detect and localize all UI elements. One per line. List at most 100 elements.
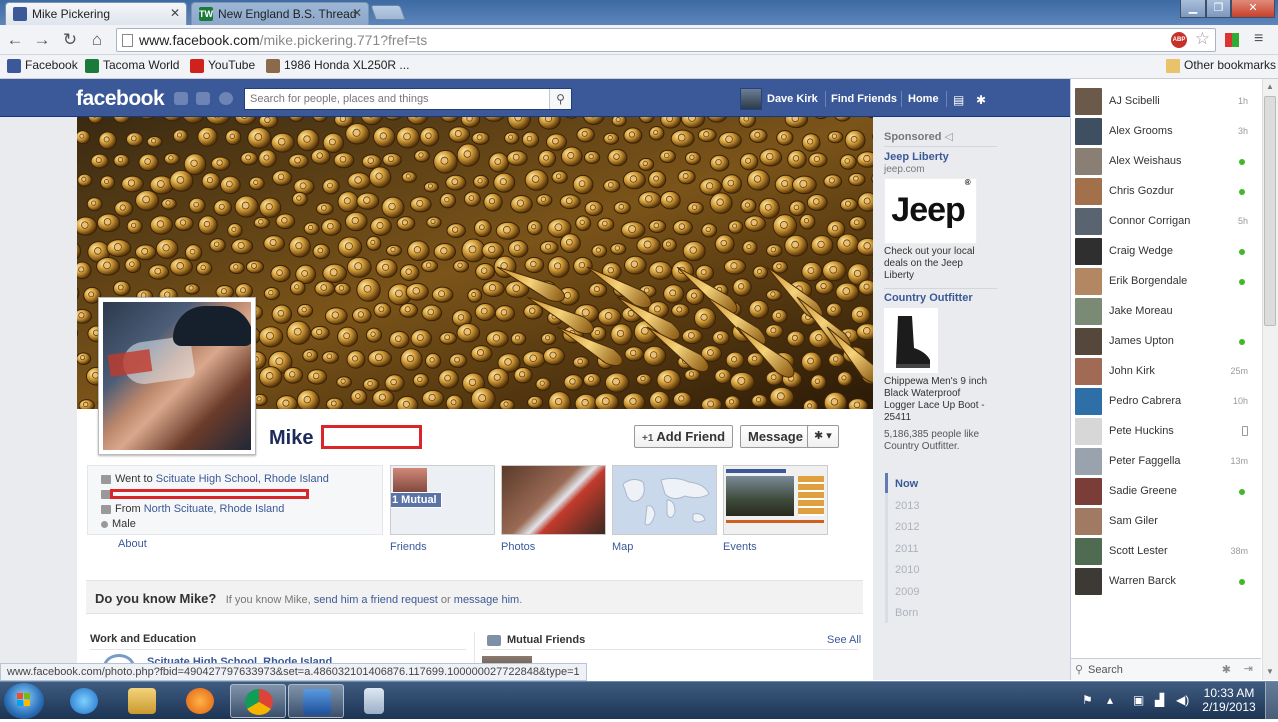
chat-friend-row[interactable]: AJ Scibelli1h bbox=[1074, 87, 1262, 117]
chat-friend-row[interactable]: Peter Faggella13m bbox=[1074, 447, 1262, 477]
tray-arrow-icon[interactable]: ▴ bbox=[1107, 693, 1113, 707]
chat-friend-row[interactable]: Alex Grooms3h bbox=[1074, 117, 1262, 147]
events-tile-label[interactable]: Events bbox=[723, 541, 757, 553]
timeline-2012[interactable]: 2012 bbox=[895, 521, 919, 533]
taskbar-messenger[interactable] bbox=[288, 684, 344, 718]
ad-jeep-domain[interactable]: jeep.com bbox=[884, 164, 925, 175]
minimize-button[interactable]: ▁ bbox=[1180, 0, 1206, 18]
scrollbar-thumb[interactable] bbox=[1264, 96, 1276, 326]
timeline-now[interactable]: Now bbox=[895, 478, 918, 490]
maximize-button[interactable]: ❐ bbox=[1206, 0, 1231, 18]
tray-network-icon[interactable]: ▟ bbox=[1155, 693, 1164, 707]
map-tile-label[interactable]: Map bbox=[612, 541, 633, 553]
tray-action-center-icon[interactable]: ▣ bbox=[1133, 693, 1144, 707]
tab-mike-pickering[interactable]: Mike Pickering ✕ bbox=[5, 2, 187, 25]
profile-picture[interactable] bbox=[98, 297, 256, 455]
avatar[interactable] bbox=[740, 88, 762, 110]
friends-tile[interactable]: 1 Mutual bbox=[390, 465, 495, 535]
bookmark-honda[interactable]: 1986 Honda XL250R ... bbox=[266, 58, 409, 72]
account-settings-gear-icon[interactable]: ✱ bbox=[976, 93, 986, 107]
ad-boot-text[interactable]: Chippewa Men's 9 inch Black Waterproof L… bbox=[884, 376, 994, 424]
chat-friend-row[interactable]: John Kirk25m bbox=[1074, 357, 1262, 387]
timeline-2013[interactable]: 2013 bbox=[895, 500, 919, 512]
send-friend-request-link[interactable]: send him a friend request bbox=[314, 594, 438, 606]
hometown-link[interactable]: North Scituate, Rhode Island bbox=[144, 503, 285, 515]
back-arrow-icon[interactable]: ← bbox=[5, 30, 25, 50]
home-icon[interactable]: ⌂ bbox=[87, 30, 107, 50]
adblock-icon[interactable]: ABP bbox=[1171, 32, 1187, 48]
chat-friend-row[interactable]: Pedro Cabrera10h bbox=[1074, 387, 1262, 417]
tray-flag-icon[interactable]: ⚑ bbox=[1082, 693, 1093, 707]
chat-friend-row[interactable]: Erik Borgendale bbox=[1074, 267, 1262, 297]
bookmark-star-icon[interactable]: ☆ bbox=[1195, 29, 1210, 49]
chat-friend-row[interactable]: Craig Wedge bbox=[1074, 237, 1262, 267]
friend-requests-icon[interactable] bbox=[174, 92, 188, 105]
chat-friend-row[interactable]: Sam Giler bbox=[1074, 507, 1262, 537]
menu-icon[interactable]: ≡ bbox=[1254, 30, 1263, 48]
search-icon[interactable]: ⚲ bbox=[549, 89, 571, 109]
map-tile[interactable] bbox=[612, 465, 717, 535]
bookmark-tacoma-world[interactable]: Tacoma World bbox=[85, 58, 179, 72]
message-him-link[interactable]: message him bbox=[454, 594, 519, 606]
ad-country-outfitter-title[interactable]: Country Outfitter bbox=[884, 292, 973, 304]
chat-options-gear-icon[interactable]: ✱ bbox=[1222, 663, 1231, 676]
timeline-born[interactable]: Born bbox=[895, 607, 918, 619]
notifications-icon[interactable] bbox=[219, 92, 233, 105]
taskbar-calculator[interactable] bbox=[346, 684, 402, 718]
other-bookmarks[interactable]: Other bookmarks bbox=[1166, 58, 1276, 72]
events-tile[interactable] bbox=[723, 465, 828, 535]
bookmark-facebook[interactable]: Facebook bbox=[7, 58, 78, 72]
forward-arrow-icon[interactable]: → bbox=[32, 30, 52, 50]
tray-volume-icon[interactable]: ◀) bbox=[1176, 693, 1189, 707]
close-window-button[interactable]: ✕ bbox=[1231, 0, 1275, 18]
message-button[interactable]: Message bbox=[740, 425, 811, 448]
taskbar-chrome[interactable] bbox=[230, 684, 286, 718]
bookmark-youtube[interactable]: YouTube bbox=[190, 58, 255, 72]
friends-tile-label[interactable]: Friends bbox=[390, 541, 427, 553]
ad-jeep-text[interactable]: Check out your local deals on the Jeep L… bbox=[884, 246, 994, 282]
popout-icon[interactable]: ⇥ bbox=[1244, 662, 1253, 675]
extension-icon[interactable] bbox=[1225, 33, 1239, 47]
taskbar-media-player[interactable] bbox=[172, 684, 228, 718]
scroll-down-icon[interactable]: ▼ bbox=[1266, 667, 1274, 676]
timeline-2011[interactable]: 2011 bbox=[895, 543, 919, 555]
chat-friend-row[interactable]: Pete Huckins bbox=[1074, 417, 1262, 447]
chat-friend-row[interactable]: Scott Lester38m bbox=[1074, 537, 1262, 567]
scroll-up-icon[interactable]: ▲ bbox=[1266, 82, 1274, 91]
chat-friend-row[interactable]: Alex Weishaus bbox=[1074, 147, 1262, 177]
find-friends-link[interactable]: Find Friends bbox=[831, 93, 897, 105]
school-link[interactable]: Scituate High School, Rhode Island bbox=[156, 473, 329, 485]
add-friend-button[interactable]: +1Add Friend bbox=[634, 425, 733, 448]
privacy-shortcuts-icon[interactable]: ▤ bbox=[953, 93, 964, 107]
chat-friend-row[interactable]: Connor Corrigan5h bbox=[1074, 207, 1262, 237]
chat-friend-row[interactable]: Warren Barck bbox=[1074, 567, 1262, 597]
ad-jeep-image[interactable]: Jeep® bbox=[884, 178, 977, 244]
chat-friend-row[interactable]: James Upton bbox=[1074, 327, 1262, 357]
photos-tile-label[interactable]: Photos bbox=[501, 541, 535, 553]
settings-dropdown-button[interactable]: ✱ ▾ bbox=[807, 425, 839, 448]
start-button[interactable] bbox=[4, 683, 44, 719]
facebook-logo[interactable]: facebook bbox=[76, 87, 164, 111]
chat-friend-row[interactable]: Chris Gozdur bbox=[1074, 177, 1262, 207]
chat-friend-row[interactable]: Jake Moreau bbox=[1074, 297, 1262, 327]
timeline-2010[interactable]: 2010 bbox=[895, 564, 919, 576]
chat-friend-row[interactable]: Sadie Greene bbox=[1074, 477, 1262, 507]
tab-new-england-thread[interactable]: TW New England B.S. Thread ✕ bbox=[191, 2, 369, 25]
taskbar-explorer[interactable] bbox=[114, 684, 170, 718]
chat-search-input[interactable]: ⚲ Search ✱ ⇥ bbox=[1071, 658, 1261, 680]
photos-tile[interactable] bbox=[501, 465, 606, 535]
address-bar[interactable]: www.facebook.com/mike.pickering.771?fref… bbox=[116, 28, 1216, 52]
profile-link[interactable]: Dave Kirk bbox=[767, 93, 818, 105]
system-clock[interactable]: 10:33 AM 2/19/2013 bbox=[1196, 686, 1262, 714]
show-desktop-button[interactable] bbox=[1265, 682, 1278, 719]
ad-boot-image[interactable] bbox=[884, 308, 938, 373]
facebook-search-input[interactable]: Search for people, places and things ⚲ bbox=[244, 88, 572, 110]
close-tab-icon[interactable]: ✕ bbox=[170, 6, 180, 20]
taskbar-ie[interactable] bbox=[56, 684, 112, 718]
messages-icon[interactable] bbox=[196, 92, 210, 105]
timeline-2009[interactable]: 2009 bbox=[895, 586, 919, 598]
ad-jeep-title[interactable]: Jeep Liberty bbox=[884, 151, 949, 163]
see-all-link[interactable]: See All bbox=[827, 634, 861, 646]
about-tab[interactable]: About bbox=[118, 538, 147, 550]
reload-icon[interactable]: ↻ bbox=[60, 30, 80, 50]
